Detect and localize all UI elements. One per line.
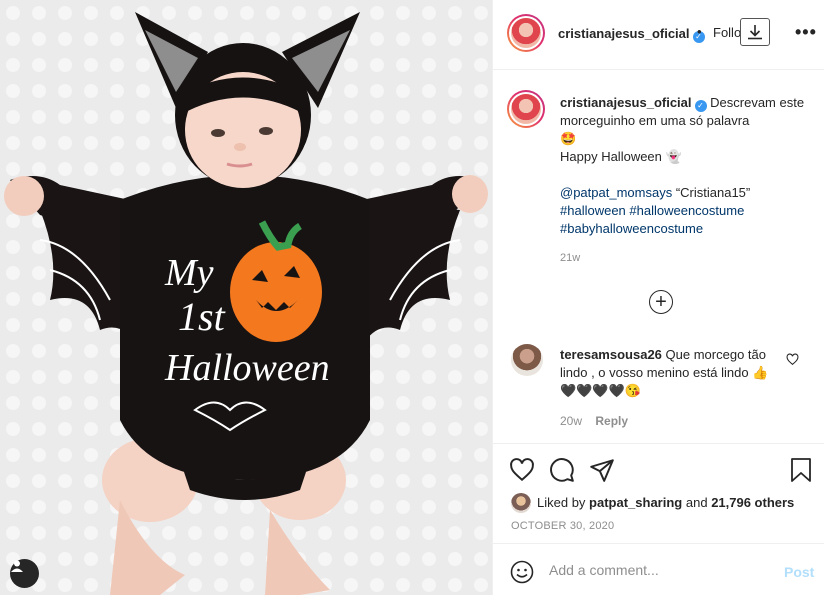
caption-quote: “Cristiana15”: [675, 185, 751, 200]
download-button[interactable]: [740, 18, 770, 46]
caption-and-comments: cristianajesus_oficial ✓ Descrevam este m…: [493, 70, 824, 444]
post-actions-bar: [493, 445, 824, 495]
comment-reply-button[interactable]: Reply: [595, 414, 628, 428]
author-username[interactable]: cristianajesus_oficial: [558, 26, 690, 41]
user-tag-icon: [11, 560, 23, 572]
caption-author-avatar[interactable]: [507, 90, 545, 128]
post-header: cristianajesus_oficial✓ • Following •••: [493, 0, 824, 70]
download-icon: [748, 25, 762, 40]
baby-bat-costume-image: My 1st Halloween: [0, 0, 492, 595]
costume-text-my: My: [164, 252, 214, 294]
commenter-username[interactable]: teresamsousa26: [560, 347, 662, 362]
caption-text: cristianajesus_oficial ✓ Descrevam este m…: [560, 94, 810, 238]
caption-emoji-starstruck: 🤩: [560, 131, 577, 146]
emoji-icon[interactable]: [510, 560, 534, 584]
comment-text: teresamsousa26 Que morcego tão lindo , o…: [560, 346, 780, 400]
share-icon[interactable]: [589, 457, 615, 483]
post-side-panel: cristianajesus_oficial✓ • Following ••• …: [492, 0, 824, 595]
heart-icon[interactable]: [509, 457, 535, 483]
more-options-button[interactable]: •••: [795, 22, 817, 43]
author-avatar[interactable]: [507, 14, 545, 52]
bookmark-icon[interactable]: [789, 457, 813, 483]
add-comment-bar: Post: [493, 543, 824, 595]
comment-icon[interactable]: [549, 457, 575, 483]
caption-time-ago[interactable]: 21w: [560, 252, 580, 264]
liker-avatar[interactable]: [511, 493, 531, 513]
hashtag-link[interactable]: #babyhalloweencostume: [560, 221, 703, 236]
author-username-container[interactable]: cristianajesus_oficial ✓: [558, 26, 705, 43]
costume-text-1st: 1st: [178, 294, 226, 339]
comment-time-ago[interactable]: 20w: [560, 414, 582, 428]
likes-prefix: Liked by: [537, 495, 586, 510]
caption-username[interactable]: cristianajesus_oficial: [560, 95, 692, 110]
hashtag-link[interactable]: #halloweencostume: [629, 203, 744, 218]
post-date[interactable]: OCTOBER 30, 2020: [511, 520, 614, 532]
likes-middle: and: [685, 495, 708, 510]
load-more-comments-button[interactable]: +: [649, 290, 673, 314]
plus-circle-icon: +: [655, 291, 667, 313]
post-comment-button[interactable]: Post: [784, 564, 814, 580]
comment-like-heart-icon[interactable]: [786, 353, 799, 366]
hashtag-link[interactable]: #halloween: [560, 203, 626, 218]
caption-emoji-ghost: 👻: [665, 149, 682, 164]
liker-username[interactable]: patpat_sharing: [589, 495, 682, 510]
header-separator-dot: •: [697, 24, 702, 39]
likes-count[interactable]: 21,796 others: [711, 495, 794, 510]
likes-summary: Liked by patpat_sharing and 21,796 other…: [511, 493, 794, 513]
caption-line-2: Happy Halloween: [560, 149, 662, 164]
caption-mention-link[interactable]: @patpat_momsays: [560, 185, 672, 200]
add-comment-input[interactable]: [549, 560, 769, 580]
caption-verified-icon: ✓: [694, 100, 707, 112]
user-tag-button[interactable]: [10, 559, 39, 588]
comment-meta: 20w Reply: [560, 414, 628, 428]
post-photo[interactable]: My 1st Halloween: [0, 0, 492, 595]
costume-text-halloween: Halloween: [164, 347, 330, 389]
commenter-avatar[interactable]: [511, 344, 543, 376]
